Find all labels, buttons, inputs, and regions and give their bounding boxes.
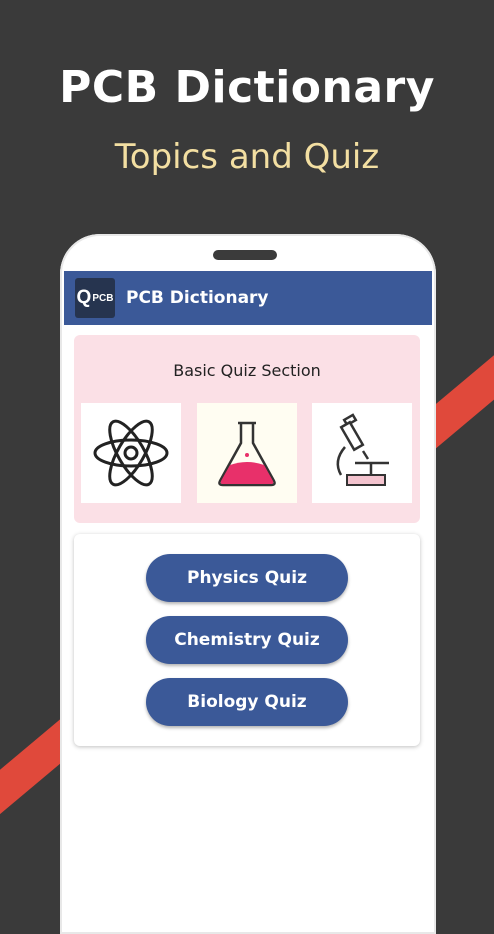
search-icon: Q xyxy=(76,287,92,308)
physics-tile[interactable] xyxy=(81,403,181,503)
phone-frame: Q PCB PCB Dictionary Basic Quiz Section xyxy=(60,234,436,934)
microscope-icon xyxy=(336,413,389,486)
app-logo: Q PCB xyxy=(75,278,115,318)
biology-quiz-button[interactable]: Biology Quiz xyxy=(146,678,348,726)
biology-tile[interactable] xyxy=(312,403,412,503)
chemistry-quiz-button[interactable]: Chemistry Quiz xyxy=(146,616,348,664)
flask-icon xyxy=(218,421,276,487)
promo-title: PCB Dictionary xyxy=(59,62,435,113)
chemistry-tile[interactable] xyxy=(197,403,297,503)
section-title: Basic Quiz Section xyxy=(173,361,321,380)
basic-quiz-section: Basic Quiz Section xyxy=(74,335,420,523)
phone-speaker xyxy=(213,250,277,260)
quiz-buttons-card: Physics Quiz Chemistry Quiz Biology Quiz xyxy=(74,534,420,746)
atom-icon xyxy=(93,419,169,487)
physics-quiz-button[interactable]: Physics Quiz xyxy=(146,554,348,602)
promo-subtitle: Topics and Quiz xyxy=(114,137,380,177)
app-bar: Q PCB PCB Dictionary xyxy=(64,271,432,325)
app-logo-text: PCB xyxy=(92,292,114,304)
app-title: PCB Dictionary xyxy=(126,288,269,308)
